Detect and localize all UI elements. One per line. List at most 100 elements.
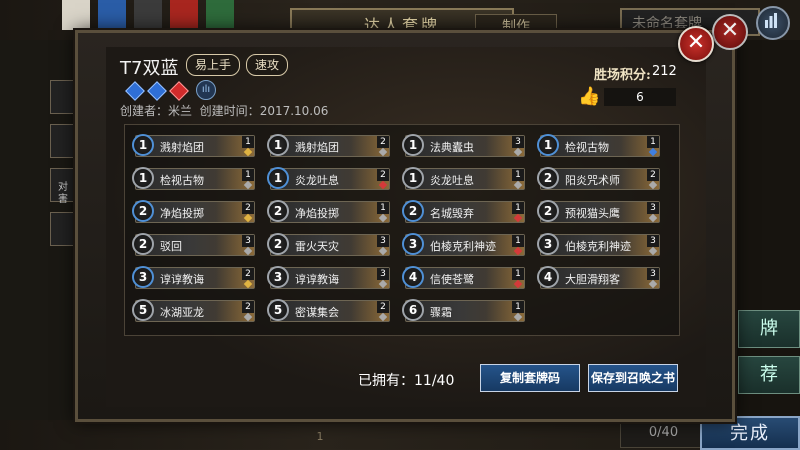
card-name: 检视古物 [160,174,204,187]
card-entry[interactable]: 1 法典蠹虫 3 [402,134,525,157]
card-entry[interactable]: 6 骤霜 1 [402,299,525,322]
stats-button[interactable] [756,6,790,40]
card-cost: 1 [267,167,289,189]
card-count-badge: 2 [647,169,659,181]
card-count-badge: 2 [242,268,254,280]
card-entry[interactable]: 2 驳回 3 [132,233,255,256]
close-icon[interactable]: ✕ [712,14,748,50]
card-name: 谆谆教诲 [160,273,204,286]
card-cost: 2 [267,233,289,255]
card-name: 名城毁弃 [430,207,474,220]
card-count-badge: 2 [242,301,254,313]
mana-curve-icon[interactable]: ılı [196,80,216,100]
color-tabs [0,0,280,30]
card-entry[interactable]: 2 预视猫头鹰 3 [537,200,660,223]
card-count-badge: 3 [377,268,389,280]
tab-green[interactable] [206,0,234,30]
card-cost: 5 [267,299,289,321]
tab-black[interactable] [134,0,162,30]
creator-label: 创建者： [120,104,169,118]
tab-white[interactable] [62,0,90,30]
card-cost: 3 [537,233,559,255]
card-count-badge: 2 [377,301,389,313]
card-entry[interactable]: 1 炎龙吐息 2 [267,167,390,190]
card-name: 检视古物 [565,141,609,154]
card-count-badge: 2 [377,169,389,181]
save-to-book-button[interactable]: 保存到召唤之书 [588,364,678,392]
card-count-badge: 1 [377,202,389,214]
card-entry[interactable]: 2 净焰投掷 2 [132,200,255,223]
card-cost: 1 [537,134,559,156]
card-name: 密谋集会 [295,306,339,319]
card-entry[interactable]: 4 信使苍鹭 1 [402,266,525,289]
side-button[interactable]: 荐 [738,356,800,394]
card-name: 阳炎咒术师 [565,174,620,187]
card-entry[interactable]: 3 谆谆教诲 2 [132,266,255,289]
deck-title: T7双蓝 [120,58,179,79]
owned-label: 已拥有： [358,373,414,389]
card-count-badge: 2 [377,136,389,148]
card-count-badge: 1 [512,268,524,280]
card-cost: 1 [132,134,154,156]
card-cost: 4 [537,266,559,288]
card-count-badge: 3 [377,235,389,247]
card-count-badge: 3 [647,268,659,280]
card-name: 净焰投掷 [160,207,204,220]
owned-value: 11/40 [414,373,455,389]
left-panel: 对 害 [0,40,82,420]
card-entry[interactable]: 5 密谋集会 2 [267,299,390,322]
card-entry[interactable]: 1 检视古物 1 [132,167,255,190]
card-name: 信使苍鹭 [430,273,474,286]
created-label: 创建时间： [199,104,260,118]
close-button[interactable]: ✕ [678,26,714,62]
card-name: 伯棱克利神迹 [565,240,631,253]
card-entry[interactable]: 1 溅射焰团 2 [267,134,390,157]
card-entry[interactable]: 5 冰湖亚龙 2 [132,299,255,322]
owned-status: 已拥有：11/40 [358,370,454,390]
score-value: 212 [652,64,677,79]
card-count: 0/40 [620,418,707,448]
side-button[interactable]: 牌 [738,310,800,348]
right-panel: 牌 荐 [728,40,800,420]
card-name: 骤霜 [430,306,452,319]
card-entry[interactable]: 2 名城毁弃 1 [402,200,525,223]
left-text: 害 [58,194,68,205]
card-count-badge: 1 [512,202,524,214]
card-count-badge: 3 [512,136,524,148]
card-entry[interactable]: 1 炎龙吐息 1 [402,167,525,190]
tab-red[interactable] [170,0,198,30]
card-name: 雷火天灾 [295,240,339,253]
deck-meta: 创建者：米兰 创建时间：2017.10.06 [120,102,328,119]
card-cost: 4 [402,266,424,288]
card-entry[interactable]: 2 雷火天灾 3 [267,233,390,256]
card-name: 溅射焰团 [160,141,204,154]
card-entry[interactable]: 3 伯棱克利神迹 1 [402,233,525,256]
bar-chart-icon [765,13,777,28]
card-count-badge: 1 [512,235,524,247]
card-entry[interactable]: 3 谆谆教诲 3 [267,266,390,289]
card-cost: 1 [402,134,424,156]
card-count-badge: 3 [242,235,254,247]
copy-deck-code-button[interactable]: 复制套牌码 [480,364,580,392]
card-cost: 3 [267,266,289,288]
thumbs-up-icon[interactable]: 👍 [578,86,600,108]
card-cost: 2 [132,200,154,222]
created-date: 2017.10.06 [259,104,329,118]
card-cost: 3 [402,233,424,255]
card-entry[interactable]: 4 大胆滑翔客 3 [537,266,660,289]
card-count-badge: 1 [512,301,524,313]
card-name: 法典蠹虫 [430,141,474,154]
card-entry[interactable]: 2 净焰投掷 1 [267,200,390,223]
card-name: 驳回 [160,240,182,253]
card-cost: 6 [402,299,424,321]
card-count-badge: 1 [647,136,659,148]
card-entry[interactable]: 1 溅射焰团 1 [132,134,255,157]
tab-blue[interactable] [98,0,126,30]
card-name: 伯棱克利神迹 [430,240,496,253]
card-entry[interactable]: 2 阳炎咒术师 2 [537,167,660,190]
card-entry[interactable]: 3 伯棱克利神迹 3 [537,233,660,256]
card-list: 1 溅射焰团 1 1 溅射焰团 2 1 法典蠹虫 3 1 检视古物 1 1 检视古物 1 1 炎龙吐息 2 1 炎龙吐… [124,124,680,336]
card-entry[interactable]: 1 检视古物 1 [537,134,660,157]
card-name: 溅射焰团 [295,141,339,154]
card-name: 预视猫头鹰 [565,207,620,220]
